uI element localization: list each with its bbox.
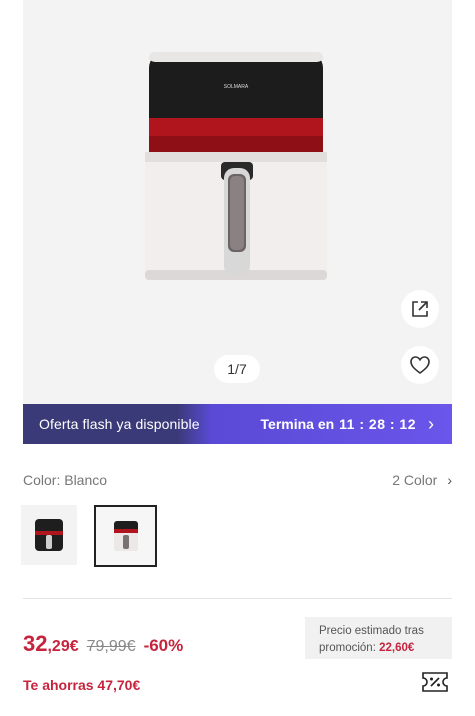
image-pager: 1/7 (214, 355, 260, 383)
current-price-integer: 32 (23, 631, 48, 656)
color-swatch-white[interactable] (94, 505, 157, 567)
discount-badge: -60% (143, 636, 184, 655)
brand-label: SOLMARA (224, 84, 249, 90)
flash-sale-countdown[interactable]: Termina en 11 : 28 : 12 › (261, 415, 434, 433)
current-price-cents: ,29€ (47, 638, 79, 655)
price-row: 32 ,29€ 79,99€ -60% (23, 631, 183, 657)
air-fryer-image: SOLMARA (145, 52, 327, 280)
share-icon (412, 301, 428, 317)
promo-price: 22,60€ (379, 642, 415, 654)
color-swatch-black[interactable] (21, 505, 77, 565)
color-label: Color: Blanco (23, 472, 108, 488)
original-price: 79,99€ (86, 638, 136, 655)
divider (23, 598, 452, 599)
heart-icon (410, 356, 430, 374)
coupon-icon[interactable] (421, 670, 449, 694)
promo-line-1: Precio estimado tras (319, 625, 424, 637)
flash-sale-banner[interactable]: Oferta flash ya disponible Termina en 11… (23, 404, 452, 444)
ends-label: Termina en (260, 416, 335, 432)
savings-text: Te ahorras 47,70€ (23, 677, 141, 693)
favorite-button[interactable] (401, 346, 439, 384)
product-gallery[interactable]: SOLMARA 1/7 (23, 0, 452, 404)
chevron-right-icon: › (447, 472, 452, 488)
promo-label: promoción: (319, 642, 376, 654)
promo-line-2: promoción: 22,60€ (319, 640, 444, 657)
black-airfryer-thumbnail (35, 519, 63, 551)
color-count-link[interactable]: 2 Color › (392, 472, 452, 488)
countdown-timer: 11 : 28 : 12 (339, 416, 416, 432)
promo-estimate-box: Precio estimado tras promoción: 22,60€ (305, 617, 452, 659)
white-airfryer-thumbnail (113, 521, 138, 551)
flash-sale-label: Oferta flash ya disponible (39, 416, 200, 432)
color-count: 2 Color (392, 472, 438, 488)
color-selector-header[interactable]: Color: Blanco 2 Color › (23, 470, 452, 490)
share-button[interactable] (401, 290, 439, 328)
chevron-right-icon: › (428, 414, 434, 434)
